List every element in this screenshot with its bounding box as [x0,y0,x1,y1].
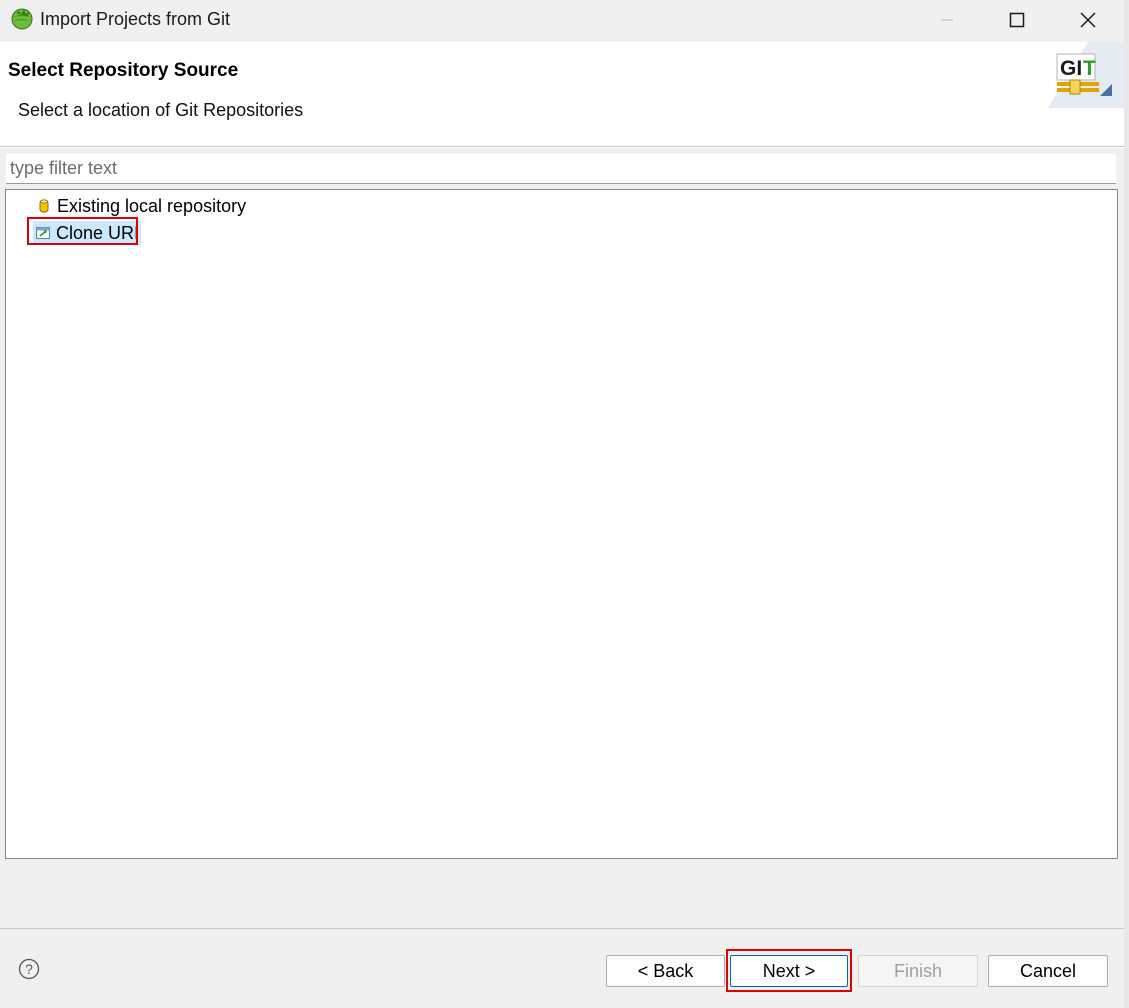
title-bar: Import Projects from Git [0,0,1124,40]
maximize-button[interactable] [982,0,1052,40]
tree-item-label: Clone URI [56,222,140,243]
import-dialog: Import Projects from Git Select Reposito… [0,0,1125,1008]
close-button[interactable] [1053,0,1123,40]
maximize-icon [1009,12,1025,28]
svg-text:?: ? [25,961,33,977]
filter-input[interactable] [6,154,1116,184]
back-button[interactable]: < Back [606,955,725,987]
svg-text:T: T [1083,57,1096,80]
wizard-banner: Select Repository Source Select a locati… [0,42,1124,147]
help-icon[interactable]: ? [18,958,40,980]
svg-text:GI: GI [1060,57,1082,80]
selection-highlight: Clone URI [33,221,142,245]
repository-source-tree[interactable]: Existing local repository Clone URI [5,189,1118,859]
repository-cylinder-icon [39,199,49,213]
page-description: Select a location of Git Repositories [18,100,304,120]
minimize-icon [941,19,953,21]
tree-item-existing-local-repository[interactable]: Existing local repository [36,193,246,219]
finish-button[interactable]: Finish [858,955,978,987]
banner-separator [0,147,1124,148]
git-logo-icon: GI T [1048,42,1124,108]
cancel-button[interactable]: Cancel [988,955,1108,987]
window-edge [1124,0,1129,1008]
page-title: Select Repository Source [8,60,239,81]
clone-uri-icon [36,227,50,239]
tree-item-clone-uri[interactable]: Clone URI [33,220,142,246]
eclipse-globe-icon [11,8,33,30]
tree-item-label: Existing local repository [57,195,247,216]
minimize-button[interactable] [912,0,982,40]
button-bar-separator [0,928,1124,929]
close-icon [1080,12,1096,28]
window-title: Import Projects from Git [40,9,231,29]
next-button[interactable]: Next > [730,955,848,987]
